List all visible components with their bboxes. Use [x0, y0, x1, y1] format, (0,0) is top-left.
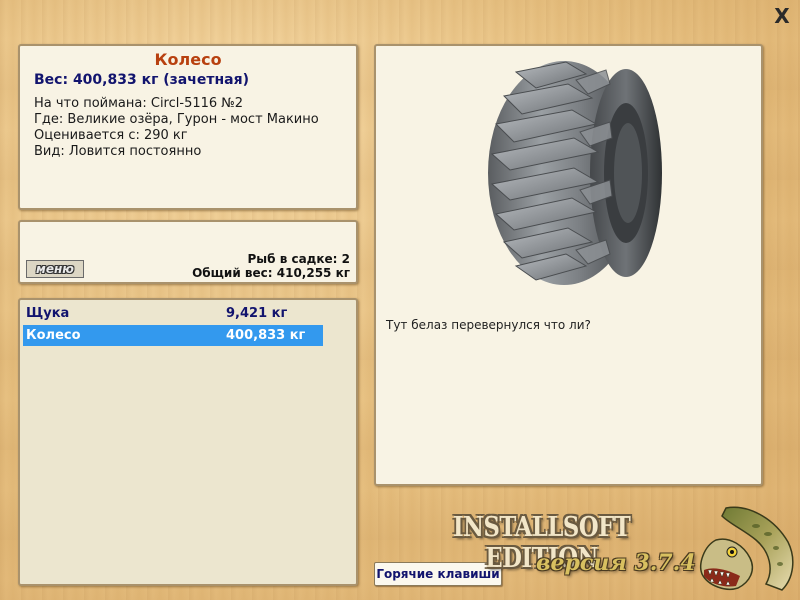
catch-name: Колесо — [26, 328, 81, 343]
fish-comment: Тут белаз перевернулся что ли? — [386, 318, 591, 332]
catch-list-panel: Щука 9,421 кг Колесо 400,833 кг — [18, 298, 358, 586]
bait-detail: На что поймана: Circl-5116 №2 — [34, 96, 244, 111]
catch-name: Щука — [26, 306, 70, 321]
keep-net-panel: меню Рыб в садке: 2 Общий вес: 410,255 к… — [18, 220, 358, 284]
pike-fish-icon — [700, 506, 794, 591]
version-text: версия 3.7.4 — [536, 550, 696, 576]
menu-button[interactable]: меню — [26, 260, 84, 278]
close-icon[interactable]: X — [772, 6, 792, 26]
fish-info-panel: Колесо Вес: 400,833 кг (зачетная) На что… — [18, 44, 358, 210]
location-detail: Где: Великие озёра, Гурон - мост Макино — [34, 112, 319, 127]
catch-weight: 9,421 кг — [226, 306, 288, 321]
fish-name-title: Колесо — [154, 50, 222, 69]
species-detail: Вид: Ловится постоянно — [34, 144, 202, 159]
fish-weight-line: Вес: 400,833 кг (зачетная) — [34, 72, 249, 88]
fish-view-panel: Тут белаз перевернулся что ли? — [374, 44, 763, 486]
total-weight-label: Общий вес: 410,255 кг — [192, 266, 350, 280]
fish-count-label: Рыб в садке: 2 — [247, 252, 351, 266]
list-item[interactable]: Щука 9,421 кг — [23, 303, 323, 324]
tire-image — [488, 61, 662, 285]
min-weight-detail: Оценивается с: 290 кг — [34, 128, 188, 143]
catch-weight: 400,833 кг — [226, 328, 306, 343]
list-item[interactable]: Колесо 400,833 кг — [23, 325, 323, 346]
